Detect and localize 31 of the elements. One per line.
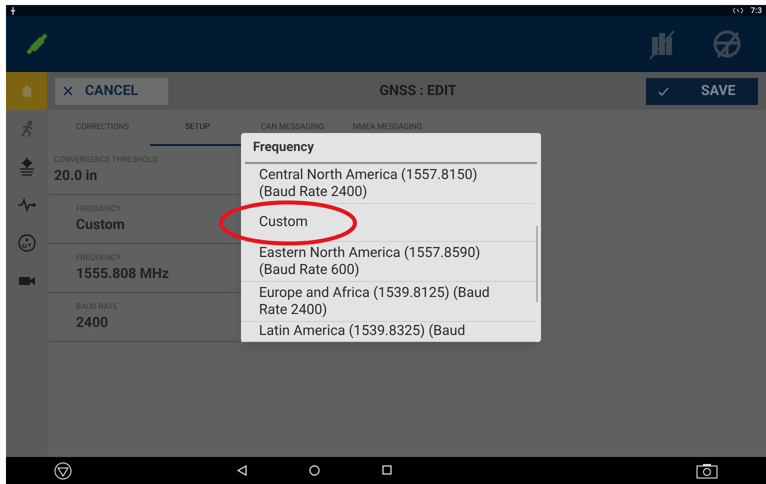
steering-wheel-crossed-icon — [712, 29, 742, 59]
option-item[interactable]: Europe and Africa (1539.8125) (Baud Rate 2400) — [259, 284, 517, 318]
option-item[interactable]: Eastern North America (1557.8590) (Baud Rate 600) — [259, 244, 517, 278]
signal-icon — [732, 7, 743, 14]
cancel-button[interactable]: CANCEL — [55, 78, 168, 104]
tab[interactable]: CORRECTIONS — [55, 110, 150, 146]
ut-icon — [18, 234, 36, 252]
recent-apps-icon[interactable] — [382, 465, 392, 475]
save-button[interactable]: SAVE — [646, 78, 758, 104]
video-camera-icon — [18, 275, 34, 287]
usb-icon — [10, 6, 16, 14]
close-icon — [63, 86, 73, 96]
clock-time: 7:3 — [750, 6, 762, 14]
field-value[interactable]: 2400 — [76, 312, 108, 334]
field-value[interactable]: Custom — [76, 214, 125, 236]
field-crossed-icon — [648, 29, 676, 59]
field-value[interactable]: 1555.808 MHz — [76, 264, 170, 284]
option-item[interactable]: Central North America (1557.8150) (Baud Rate 2400) — [259, 166, 517, 200]
field-value[interactable]: 20.0 in — [54, 166, 98, 186]
option-item[interactable]: Latin America (1539.8325) (Baud — [259, 323, 466, 340]
camera-icon[interactable] — [696, 462, 718, 478]
back-icon[interactable] — [236, 465, 246, 476]
pulse-icon — [18, 198, 36, 212]
dialog-title: Frequency — [253, 138, 314, 157]
check-icon — [658, 86, 669, 96]
page-title: GNSS : EDIT — [378, 82, 458, 100]
home-icon — [20, 84, 34, 98]
gear-icon — [18, 158, 36, 176]
home-circle-icon[interactable] — [308, 465, 320, 476]
tab[interactable]: NMEA MESSAGING — [340, 110, 435, 146]
option-item[interactable]: Custom — [259, 214, 308, 231]
